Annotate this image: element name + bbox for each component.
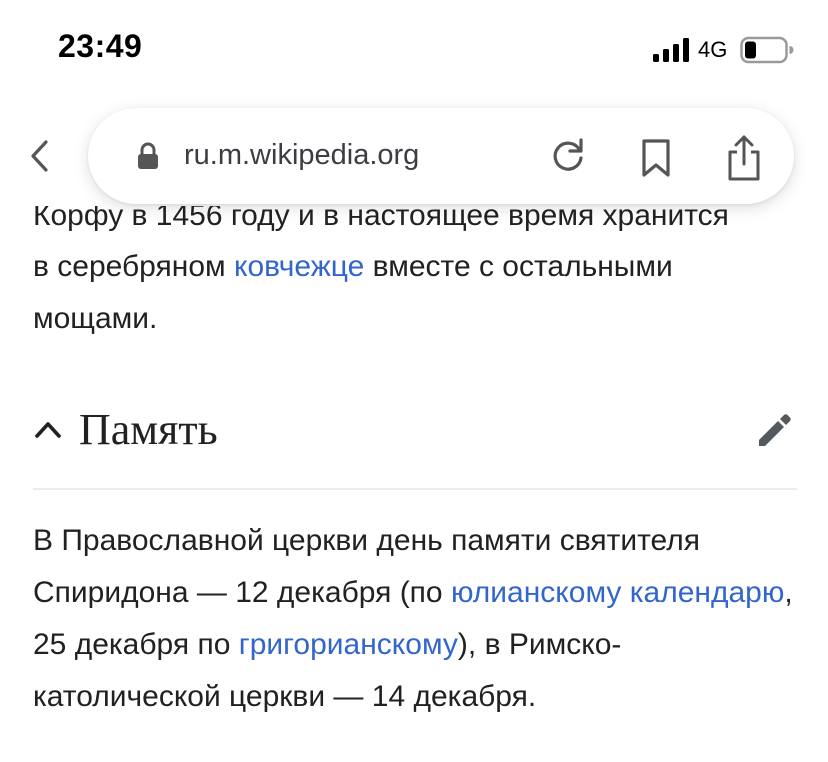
share-icon[interactable] (724, 134, 764, 182)
edit-pencil-icon[interactable] (755, 410, 795, 450)
back-icon[interactable] (24, 134, 58, 178)
paragraph-relics: в серебряном ковчежце вместе с остальным… (33, 241, 797, 345)
lock-icon (138, 142, 158, 169)
status-bar: 23:49 4G (0, 0, 828, 100)
link-gregorian[interactable]: григорианскому (239, 628, 458, 661)
url-text[interactable]: ru.m.wikipedia.org (184, 139, 419, 172)
address-bar[interactable]: ru.m.wikipedia.org (88, 108, 794, 204)
status-time: 23:49 (58, 28, 143, 64)
paragraph-memory: В Православной церкви день памяти святит… (33, 515, 797, 723)
reload-icon[interactable] (548, 136, 588, 176)
signal-icon (653, 38, 689, 62)
clipped-text: Корфу в 1456 году и в настоящее время хр… (33, 206, 729, 232)
clipped-text-line: Корфу в 1456 году и в настоящее время хр… (33, 206, 797, 232)
text-run: в серебряном (33, 250, 234, 283)
section-header-memory[interactable]: Память (33, 398, 797, 490)
network-type: 4G (698, 37, 728, 62)
chevron-up-icon[interactable] (33, 416, 63, 442)
paragraph-text: В Православной церкви день памяти святит… (33, 515, 797, 723)
section-title: Память (79, 405, 218, 454)
battery-icon (740, 36, 794, 64)
bookmark-icon[interactable] (640, 138, 672, 178)
link-julian-calendar[interactable]: юлианскому календарю (451, 576, 784, 609)
paragraph-text: в серебряном ковчежце вместе с остальным… (33, 241, 797, 345)
link-kovchezhets[interactable]: ковчежце (234, 250, 364, 283)
